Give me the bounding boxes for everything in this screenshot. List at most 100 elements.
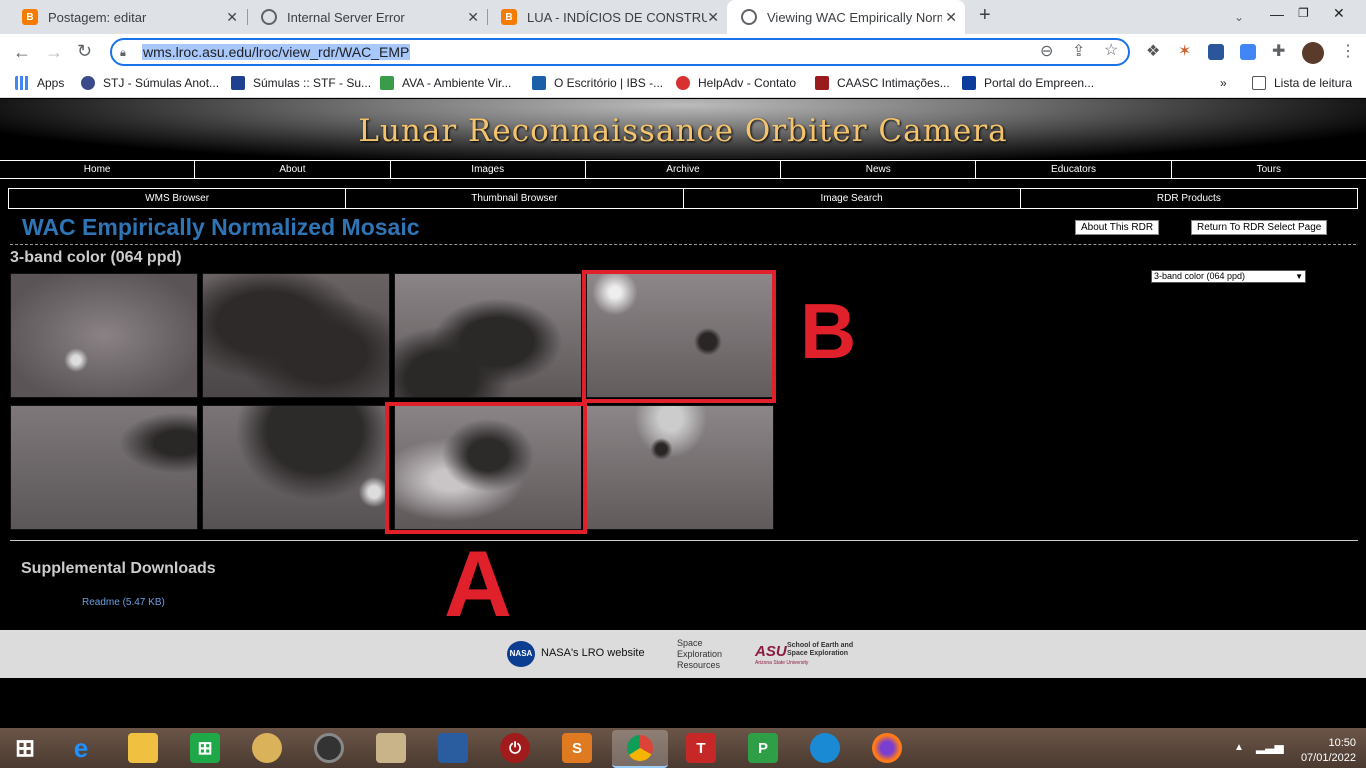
zoom-icon[interactable]: ⊖ [1040,44,1053,60]
nav-wms-browser[interactable]: WMS Browser [9,189,345,208]
sub-nav: WMS Browser Thumbnail Browser Image Sear… [8,188,1358,209]
bookmark-escritorio[interactable]: O Escritório | IBS -... [532,76,663,90]
share-icon[interactable]: ⇪ [1072,44,1085,60]
chrome-taskbar-active[interactable] [612,730,668,768]
edge-icon[interactable] [810,733,840,763]
return-rdr-button[interactable]: Return To RDR Select Page [1191,220,1328,235]
extension-icon[interactable] [1240,44,1256,60]
bookmark-portal[interactable]: Portal do Empreen... [962,76,1094,90]
menu-icon[interactable]: ⋮ [1340,44,1356,60]
bookmark-apps[interactable]: Apps [15,76,64,90]
extension-icon[interactable] [1208,44,1224,60]
mosaic-tile[interactable] [10,273,198,398]
mei-icon [962,76,976,90]
signal-icon[interactable]: ▂▃▅ [1256,740,1284,754]
wps-presentation-icon[interactable]: P [748,733,778,763]
bookmark-star-icon[interactable]: ☆ [1104,43,1118,59]
nav-rdr-products[interactable]: RDR Products [1019,189,1357,208]
nav-archive[interactable]: Archive [584,161,780,178]
mosaic-tile[interactable] [202,273,390,398]
new-tab-icon[interactable]: + [979,5,991,25]
tab-search-icon[interactable]: ⌄ [1234,9,1244,25]
page-title: WAC Empirically Normalized Mosaic [22,214,420,240]
bookmarks-more[interactable]: » [1220,76,1227,90]
firefox-icon[interactable] [872,733,902,763]
apps-grid-icon [15,76,29,90]
supplemental-downloads-heading: Supplemental Downloads [21,560,216,577]
wps-writer-icon[interactable]: T [686,733,716,763]
mosaic-tile[interactable] [394,273,582,398]
forward-icon[interactable]: → [45,43,63,61]
dropbox-icon[interactable]: ❖ [1146,44,1160,60]
space-exploration-resources[interactable]: Space Exploration Resources [677,638,722,671]
reading-list-icon [1252,76,1266,90]
close-icon[interactable]: ✕ [226,9,238,26]
tab-viewing-wac[interactable]: Viewing WAC Empirically Normalized ✕ [727,0,965,34]
mosaic-tile[interactable] [202,405,390,530]
nasa-lro-link[interactable]: NASA's LRO website [541,647,645,659]
caasc-icon [815,76,829,90]
nav-educators[interactable]: Educators [975,161,1170,178]
url-text[interactable]: wms.lroc.asu.edu/lroc/view_rdr/WAC_EMP [142,44,411,60]
about-rdr-button[interactable]: About This RDR [1075,220,1160,235]
annotation-box-b [582,270,776,403]
close-window-icon[interactable]: ✕ [1333,5,1345,21]
reading-list[interactable]: Lista de leitura [1252,76,1352,90]
divider [10,244,1356,245]
back-icon[interactable]: ← [13,43,31,61]
close-icon[interactable]: ✕ [707,9,719,26]
extension-icon[interactable]: ✶ [1178,44,1191,60]
reload-icon[interactable]: ↻ [77,42,92,60]
nav-about[interactable]: About [194,161,389,178]
file-explorer-icon[interactable] [128,733,158,763]
bookmark-helpadv[interactable]: HelpAdv - Contato [676,76,796,90]
bookmark-ava[interactable]: AVA - Ambiente Vir... [380,76,511,90]
nav-images[interactable]: Images [389,161,585,178]
globe-icon [261,9,277,25]
profile-avatar[interactable] [1302,42,1324,64]
extensions-puzzle-icon[interactable]: ✚ [1272,44,1285,60]
notes-app-icon[interactable] [438,733,468,763]
app-icon[interactable] [252,733,282,763]
tab-postagem[interactable]: B Postagem: editar ✕ [8,0,246,34]
tab-internal-server-error[interactable]: Internal Server Error ✕ [247,0,487,34]
sese-logo-text[interactable]: School of Earth and Space Exploration [787,642,853,658]
lock-icon[interactable]: 🔒︎ [120,45,126,61]
tab-title: Internal Server Error [287,9,405,25]
internet-explorer-icon[interactable]: e [66,733,96,763]
bookmark-caasc[interactable]: CAASC Intimações... [815,76,950,90]
windows-start-icon[interactable]: ⊞ [10,733,40,763]
ava-icon [380,76,394,90]
shield-icon [532,76,546,90]
restore-icon[interactable]: ❐ [1298,5,1309,21]
close-icon[interactable]: ✕ [467,9,479,26]
store-icon[interactable]: ⊞ [190,733,220,763]
mosaic-tile[interactable] [586,405,774,530]
nav-thumbnail-browser[interactable]: Thumbnail Browser [345,189,682,208]
chrome-icon [627,735,653,761]
close-icon[interactable]: ✕ [945,9,957,26]
minimize-icon[interactable]: — [1270,6,1284,22]
power-app-icon[interactable]: ⏻ [500,733,530,763]
bookmark-stf[interactable]: Súmulas :: STF - Su... [231,76,371,90]
doc-app-icon[interactable] [376,733,406,763]
readme-link[interactable]: Readme (5.47 KB) [82,597,165,608]
nav-news[interactable]: News [780,161,975,178]
blogger-icon: B [501,9,517,25]
tab-title: Viewing WAC Empirically Normalized [767,9,942,25]
band-select[interactable]: 3-band color (064 ppd) ▼ [1151,270,1306,283]
mosaic-tile[interactable] [10,405,198,530]
nav-tours[interactable]: Tours [1170,161,1366,178]
asu-logo[interactable]: ASU [755,643,787,660]
nav-image-search[interactable]: Image Search [682,189,1020,208]
tray-chevron-icon[interactable]: ▲ [1234,742,1244,753]
tab-lua[interactable]: B LUA - INDÍCIOS DE CONSTRUÇÕES ✕ [487,0,727,34]
bookmark-stj[interactable]: STJ - Súmulas Anot... [81,76,219,90]
wps-spreadsheet-icon[interactable]: S [562,733,592,763]
nasa-logo[interactable]: NASA [507,641,535,667]
tab-title: LUA - INDÍCIOS DE CONSTRUÇÕES [527,9,707,25]
speaker-icon[interactable] [314,733,344,763]
clock[interactable]: 10:50 07/01/2022 [1290,736,1356,766]
stj-icon [81,76,95,90]
nav-home[interactable]: Home [0,161,194,178]
